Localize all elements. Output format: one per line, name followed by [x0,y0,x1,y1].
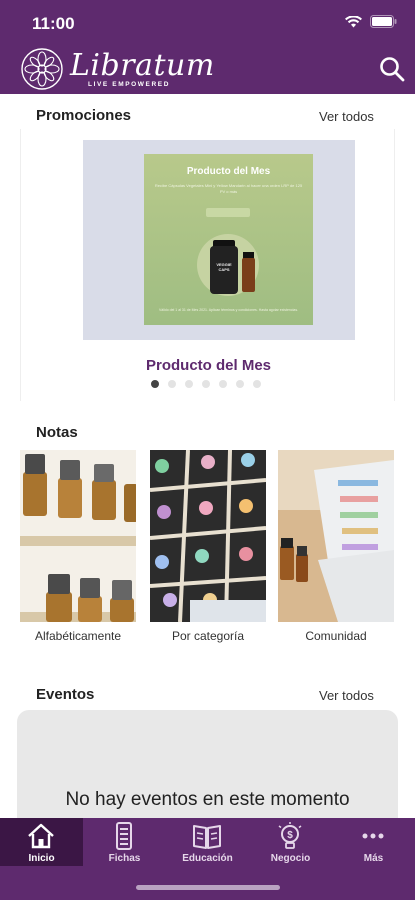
tab-educacion[interactable]: Educación [166,818,249,866]
promo-banner-heading: Producto del Mes [186,166,271,177]
promotions-title: Promociones [36,107,132,124]
carousel-dot[interactable] [185,380,193,388]
notes-title: Notas [36,424,78,441]
app-header: Libratum LIVE EMPOWERED [0,44,415,94]
cards-icon [116,822,132,850]
tab-fichas[interactable]: Fichas [83,818,166,866]
events-empty-message: No hay eventos en este momento [65,789,350,810]
note-label: Por categoría [171,629,245,643]
note-card-alphabetical[interactable]: Alfabéticamente [20,450,136,643]
carousel-dots [151,380,261,388]
note-label: Comunidad [305,629,367,643]
note-image-box [150,450,266,622]
notes-row: Alfabéticamente Por categoría Comunidad [20,450,395,650]
svg-text:$: $ [287,830,293,841]
search-icon[interactable] [377,54,407,84]
promo-banner-footer: Válido del 1 al 31 de Mes 2021. Aplican … [158,308,299,312]
battery-icon [370,15,397,28]
note-card-community[interactable]: Comunidad [278,450,394,643]
promo-banner-panel: Producto del Mes Recibe Cápsulas Vegetal… [144,154,313,325]
tab-label: Negocio [270,853,311,864]
home-icon [28,823,54,849]
status-icons [345,15,397,28]
events-see-all-link[interactable]: Ver todos [319,688,374,703]
promo-caption[interactable]: Producto del Mes [21,357,396,374]
events-title: Eventos [36,686,95,703]
events-panel: No hay eventos en este momento [17,710,398,820]
logo-wordmark: Libratum [70,48,215,83]
tab-label: Más [363,853,384,864]
carousel-dot[interactable] [168,380,176,388]
logo-tagline: LIVE EMPOWERED [88,81,170,88]
home-indicator[interactable] [136,885,280,890]
tab-negocio[interactable]: $ Negocio [249,818,332,866]
more-icon [362,833,384,839]
carousel-dot[interactable] [219,380,227,388]
carousel-dot[interactable] [253,380,261,388]
tab-label: Fichas [108,853,141,864]
tab-inicio[interactable]: Inicio [0,818,83,866]
oil-bottle-image [242,258,255,292]
bottle-label: VEGGIE CAPS [216,262,232,272]
promotions-see-all-link[interactable]: Ver todos [319,109,374,124]
carousel-dot[interactable] [151,380,159,388]
tab-mas[interactable]: Más [332,818,415,866]
carousel-dot[interactable] [202,380,210,388]
promo-banner-pill [206,208,250,217]
tab-label: Educación [182,853,233,864]
tab-label: Inicio [28,853,55,864]
note-label: Alfabéticamente [34,629,122,643]
lightbulb-dollar-icon: $ [278,822,302,849]
promo-carousel[interactable]: Producto del Mes Recibe Cápsulas Vegetal… [20,129,395,401]
promo-banner-image[interactable]: Producto del Mes Recibe Cápsulas Vegetal… [83,140,355,340]
wifi-icon [345,15,362,27]
note-image-table [278,450,394,622]
status-time: 11:00 [32,14,75,33]
note-image-shelf [20,450,136,622]
book-icon [193,825,221,849]
status-bar: 11:00 [0,0,415,44]
note-card-category[interactable]: Por categoría [150,450,266,643]
logo-mandala-icon [21,48,63,90]
promo-banner-body: Recibe Cápsulas Vegetales Mini y Yellow … [154,183,303,194]
carousel-dot[interactable] [236,380,244,388]
